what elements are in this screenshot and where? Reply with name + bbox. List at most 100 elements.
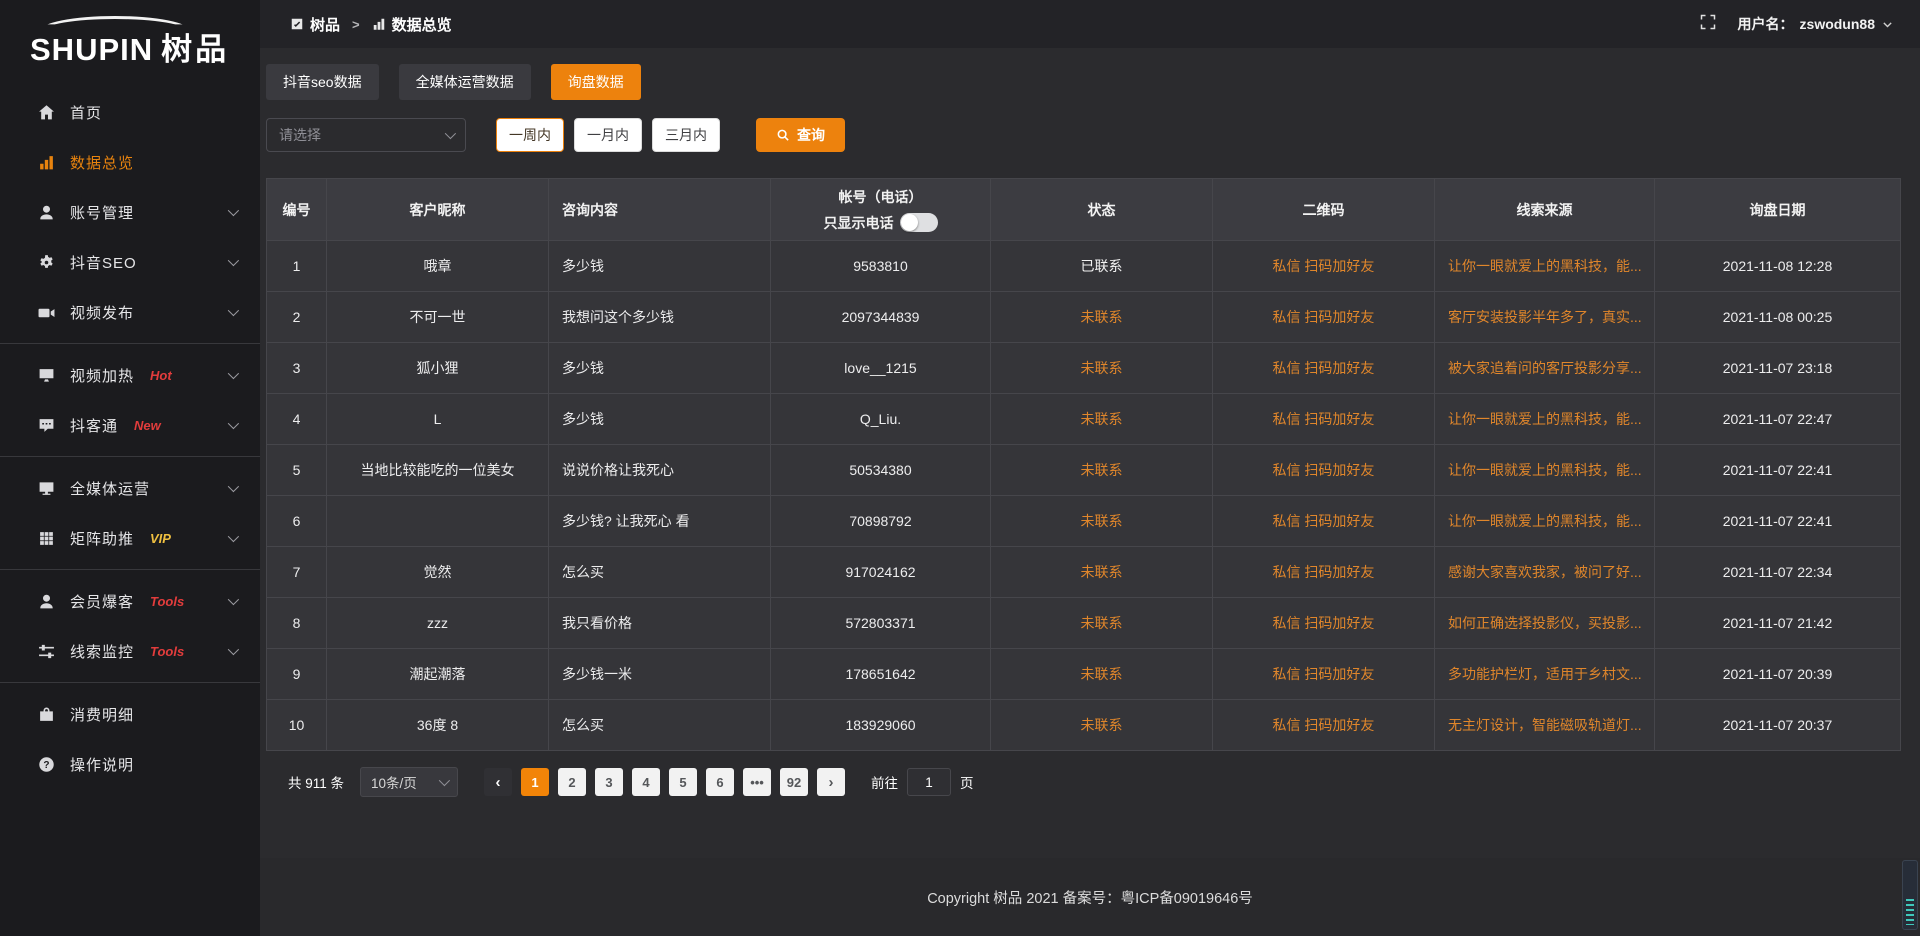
- menu-label: 线索监控: [70, 641, 134, 662]
- chevron-down-icon: [228, 531, 239, 542]
- qrcode-link[interactable]: 私信 扫码加好友: [1213, 649, 1435, 700]
- logo[interactable]: SHUPIN树品: [0, 10, 260, 71]
- sidebar-item[interactable]: 视频加热 Hot: [0, 350, 260, 400]
- qrcode-link[interactable]: 私信 扫码加好友: [1213, 343, 1435, 394]
- sidebar-item[interactable]: 全媒体运营: [0, 463, 260, 513]
- table-row: 4 L 多少钱 Q_Liu. 未联系 私信 扫码加好友 让你一眼就爱上的黑科技，…: [267, 394, 1901, 445]
- grid-icon: [38, 530, 55, 547]
- source-link[interactable]: 让你一眼就爱上的黑科技，能...: [1435, 445, 1655, 496]
- cell-status: 未联系: [991, 598, 1213, 649]
- sidebar-item[interactable]: [0, 682, 260, 683]
- cell-account: 2097344839: [771, 292, 991, 343]
- table-row: 1 哦章 多少钱 9583810 已联系 私信 扫码加好友 让你一眼就爱上的黑科…: [267, 241, 1901, 292]
- cell-account: 572803371: [771, 598, 991, 649]
- user-menu[interactable]: 用户名：zswodun88: [1738, 14, 1894, 34]
- cell-nickname: 哦章: [327, 241, 549, 292]
- sidebar-item[interactable]: 会员爆客 Tools: [0, 576, 260, 626]
- chevron-down-icon: [228, 305, 239, 316]
- cell-account: 70898792: [771, 496, 991, 547]
- cell-status: 未联系: [991, 343, 1213, 394]
- cell-account: 178651642: [771, 649, 991, 700]
- qrcode-link[interactable]: 私信 扫码加好友: [1213, 394, 1435, 445]
- phone-only-toggle[interactable]: [900, 213, 938, 232]
- cell-inquiry: 多少钱: [549, 241, 771, 292]
- qrcode-link[interactable]: 私信 扫码加好友: [1213, 547, 1435, 598]
- tab[interactable]: 全媒体运营数据: [399, 64, 531, 100]
- period-button[interactable]: 一月内: [574, 118, 642, 152]
- menu-label: 抖客通: [70, 415, 118, 436]
- sidebar-item[interactable]: 首页: [0, 87, 260, 137]
- cell-date: 2021-11-08 00:25: [1655, 292, 1901, 343]
- page-button[interactable]: 92: [780, 768, 808, 796]
- source-link[interactable]: 多功能护栏灯，适用于乡村文...: [1435, 649, 1655, 700]
- page-button[interactable]: •••: [743, 768, 771, 796]
- period-button[interactable]: 三月内: [652, 118, 720, 152]
- page-button[interactable]: 3: [595, 768, 623, 796]
- source-link[interactable]: 客厅安装投影半年多了，真实...: [1435, 292, 1655, 343]
- next-page-button[interactable]: ›: [817, 768, 845, 796]
- filter-select[interactable]: 请选择: [266, 118, 466, 152]
- sidebar-item[interactable]: 视频发布: [0, 287, 260, 337]
- cell-inquiry: 多少钱: [549, 394, 771, 445]
- source-link[interactable]: 感谢大家喜欢我家，被问了好...: [1435, 547, 1655, 598]
- page-button[interactable]: 6: [706, 768, 734, 796]
- sidebar-item[interactable]: 账号管理: [0, 187, 260, 237]
- sidebar-item[interactable]: ? 操作说明: [0, 739, 260, 789]
- source-link[interactable]: 被大家追着问的客厅投影分享...: [1435, 343, 1655, 394]
- tab[interactable]: 询盘数据: [551, 64, 641, 100]
- source-link[interactable]: 让你一眼就爱上的黑科技，能...: [1435, 241, 1655, 292]
- sidebar-item[interactable]: 矩阵助推 VIP: [0, 513, 260, 563]
- page-button[interactable]: 1: [521, 768, 549, 796]
- breadcrumb-current[interactable]: 数据总览: [372, 14, 452, 35]
- select-placeholder: 请选择: [279, 125, 321, 145]
- period-buttons: 一周内 一月内 三月内: [496, 118, 720, 152]
- cell-date: 2021-11-07 20:37: [1655, 700, 1901, 751]
- page-size-select[interactable]: 10条/页: [360, 767, 458, 797]
- qrcode-link[interactable]: 私信 扫码加好友: [1213, 241, 1435, 292]
- page-button[interactable]: 4: [632, 768, 660, 796]
- qrcode-link[interactable]: 私信 扫码加好友: [1213, 598, 1435, 649]
- floating-widget[interactable]: [1902, 860, 1918, 930]
- username: zswodun88: [1800, 16, 1875, 32]
- qrcode-link[interactable]: 私信 扫码加好友: [1213, 292, 1435, 343]
- page-button[interactable]: 2: [558, 768, 586, 796]
- cell-date: 2021-11-08 12:28: [1655, 241, 1901, 292]
- qrcode-link[interactable]: 私信 扫码加好友: [1213, 445, 1435, 496]
- pagination: 共 911 条 10条/页 ‹ 1 2 3: [266, 767, 1900, 797]
- menu-label: 账号管理: [70, 202, 134, 223]
- sidebar-item[interactable]: [0, 456, 260, 457]
- qrcode-link[interactable]: 私信 扫码加好友: [1213, 496, 1435, 547]
- prev-page-button[interactable]: ‹: [484, 768, 512, 796]
- sidebar-item[interactable]: [0, 569, 260, 570]
- qrcode-link[interactable]: 私信 扫码加好友: [1213, 700, 1435, 751]
- sidebar-item[interactable]: 抖音SEO: [0, 237, 260, 287]
- cell-account: Q_Liu.: [771, 394, 991, 445]
- sidebar-item[interactable]: [0, 343, 260, 344]
- fullscreen-button[interactable]: [1700, 14, 1716, 35]
- bar-chart-icon: [372, 17, 386, 31]
- period-button[interactable]: 一周内: [496, 118, 564, 152]
- tab[interactable]: 抖音seo数据: [266, 64, 379, 100]
- goto-page: 前往 页: [871, 768, 974, 796]
- caret-down-icon: [1881, 18, 1894, 31]
- app-root: SHUPIN树品 首页 数据总览: [0, 0, 1920, 936]
- fullscreen-icon: [1700, 14, 1716, 35]
- sidebar-item[interactable]: 数据总览: [0, 137, 260, 187]
- chevron-down-icon: [439, 775, 450, 786]
- table-row: 6 多少钱? 让我死心 看 70898792 未联系 私信 扫码加好友 让你一眼…: [267, 496, 1901, 547]
- goto-suffix: 页: [960, 772, 974, 792]
- goto-page-input[interactable]: [907, 768, 951, 796]
- sidebar-item[interactable]: 抖客通 New: [0, 400, 260, 450]
- inquiry-table: 编号 客户昵称 咨询内容 帐号（电话） 只显示电话 状态 二维码 线索来源: [266, 178, 1901, 751]
- page-button[interactable]: 5: [669, 768, 697, 796]
- sidebar-item[interactable]: 消费明细: [0, 689, 260, 739]
- search-button[interactable]: 查询: [756, 118, 845, 152]
- gear-icon: [38, 254, 55, 271]
- source-link[interactable]: 让你一眼就爱上的黑科技，能...: [1435, 394, 1655, 445]
- footer: Copyright 树品 2021 备案号：粤ICP备09019646号: [260, 858, 1920, 936]
- source-link[interactable]: 让你一眼就爱上的黑科技，能...: [1435, 496, 1655, 547]
- source-link[interactable]: 如何正确选择投影仪，买投影...: [1435, 598, 1655, 649]
- sidebar-item[interactable]: 线索监控 Tools: [0, 626, 260, 676]
- breadcrumb-root[interactable]: 树品: [290, 14, 340, 35]
- source-link[interactable]: 无主灯设计，智能磁吸轨道灯...: [1435, 700, 1655, 751]
